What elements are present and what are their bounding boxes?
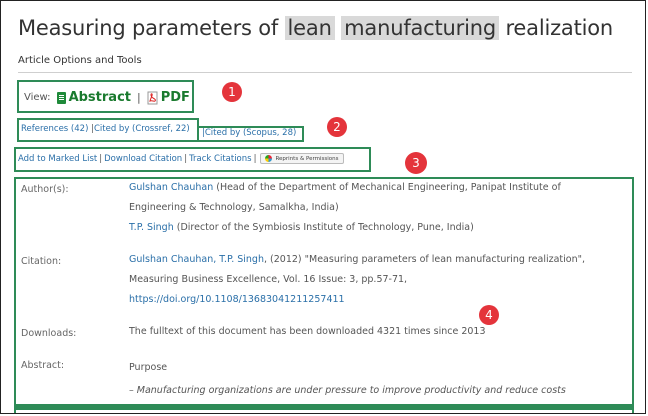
- citation-doi: https://doi.org/10.1108/1368304121125741…: [129, 290, 345, 310]
- page-title: Measuring parameters of lean manufacturi…: [18, 16, 613, 40]
- citation-authors-link[interactable]: Gulshan Chauhan, T.P. Singh: [129, 254, 264, 265]
- references-link[interactable]: References (42): [21, 124, 88, 134]
- annotation-badge-2: 2: [327, 117, 347, 137]
- author-link-singh[interactable]: T.P. Singh: [129, 222, 174, 233]
- track-citations-link[interactable]: Track Citations: [189, 154, 252, 164]
- pdf-icon: [147, 91, 159, 105]
- author-link-chauhan[interactable]: Gulshan Chauhan: [129, 182, 213, 193]
- downloads-text: The fulltext of this document has been d…: [129, 326, 486, 337]
- title-highlight-lean: lean: [284, 16, 335, 40]
- add-to-marked-list-link[interactable]: Add to Marked List: [18, 154, 97, 164]
- view-label: View:: [24, 92, 51, 103]
- document-icon: [56, 91, 66, 104]
- pdf-link-label: PDF: [160, 90, 190, 105]
- abstract-link-label: Abstract: [68, 90, 131, 105]
- separator: |: [253, 153, 257, 164]
- download-citation-link[interactable]: Download Citation: [104, 154, 182, 164]
- abstract-text: – Manufacturing organizations are under …: [129, 381, 566, 401]
- author-line-2: T.P. Singh (Director of the Symbiosis In…: [129, 218, 474, 238]
- author-affiliation-cont: Engineering & Technology, Samalkha, Indi…: [129, 202, 339, 213]
- author-affiliation: (Director of the Symbiosis Institute of …: [173, 222, 474, 233]
- abstract-text-body: – Manufacturing organizations are under …: [129, 385, 566, 396]
- abstract-link[interactable]: Abstract: [56, 90, 131, 105]
- cited-by-crossref-link[interactable]: Cited by (Crossref, 22): [94, 124, 190, 134]
- citation-line-2: Measuring Business Excellence, Vol. 16 I…: [129, 274, 408, 285]
- abstract-heading: Purpose: [129, 362, 168, 373]
- reprints-label: Reprints & Permissions: [275, 155, 339, 162]
- cited-by-scopus-link[interactable]: Cited by (Scopus, 28): [205, 128, 296, 138]
- scopus-wrapper: |Cited by (Scopus, 28): [202, 128, 296, 138]
- abstract-label: Abstract:: [21, 360, 65, 371]
- article-tools: Add to Marked List | Download Citation |…: [18, 153, 344, 164]
- separator: |: [137, 91, 141, 104]
- divider: [18, 72, 632, 73]
- annotation-badge-1: 1: [222, 82, 242, 102]
- reprints-permissions-button[interactable]: Reprints & Permissions: [260, 153, 344, 164]
- pdf-link[interactable]: PDF: [147, 90, 190, 105]
- separator: |: [184, 153, 188, 164]
- doi-link[interactable]: https://doi.org/10.1108/1368304121125741…: [129, 294, 345, 305]
- citation-line-1: Gulshan Chauhan, T.P. Singh, (2012) "Mea…: [129, 250, 585, 270]
- citation-label: Citation:: [21, 256, 62, 267]
- separator: |: [99, 153, 103, 164]
- annotation-badge-3: 3: [405, 152, 427, 174]
- view-links: View: Abstract | PDF: [24, 90, 190, 105]
- reference-links: References (42) |Cited by (Crossref, 22): [21, 124, 190, 134]
- title-highlight-manufacturing: manufacturing: [341, 16, 499, 40]
- highlight-box-bottom-edge: [14, 404, 634, 410]
- downloads-label: Downloads:: [21, 328, 77, 339]
- citation-title: , (2012) "Measuring parameters of lean m…: [263, 254, 586, 265]
- authors-label: Author(s):: [21, 184, 69, 195]
- rightslink-icon: [265, 155, 273, 162]
- annotation-badge-4: 4: [479, 305, 499, 325]
- author-affiliation: (Head of the Department of Mechanical En…: [213, 182, 561, 193]
- author-line-1: Gulshan Chauhan (Head of the Department …: [129, 178, 561, 198]
- article-options-heading: Article Options and Tools: [18, 55, 142, 66]
- title-part: Measuring parameters of: [18, 16, 285, 40]
- title-part: realization: [498, 16, 614, 40]
